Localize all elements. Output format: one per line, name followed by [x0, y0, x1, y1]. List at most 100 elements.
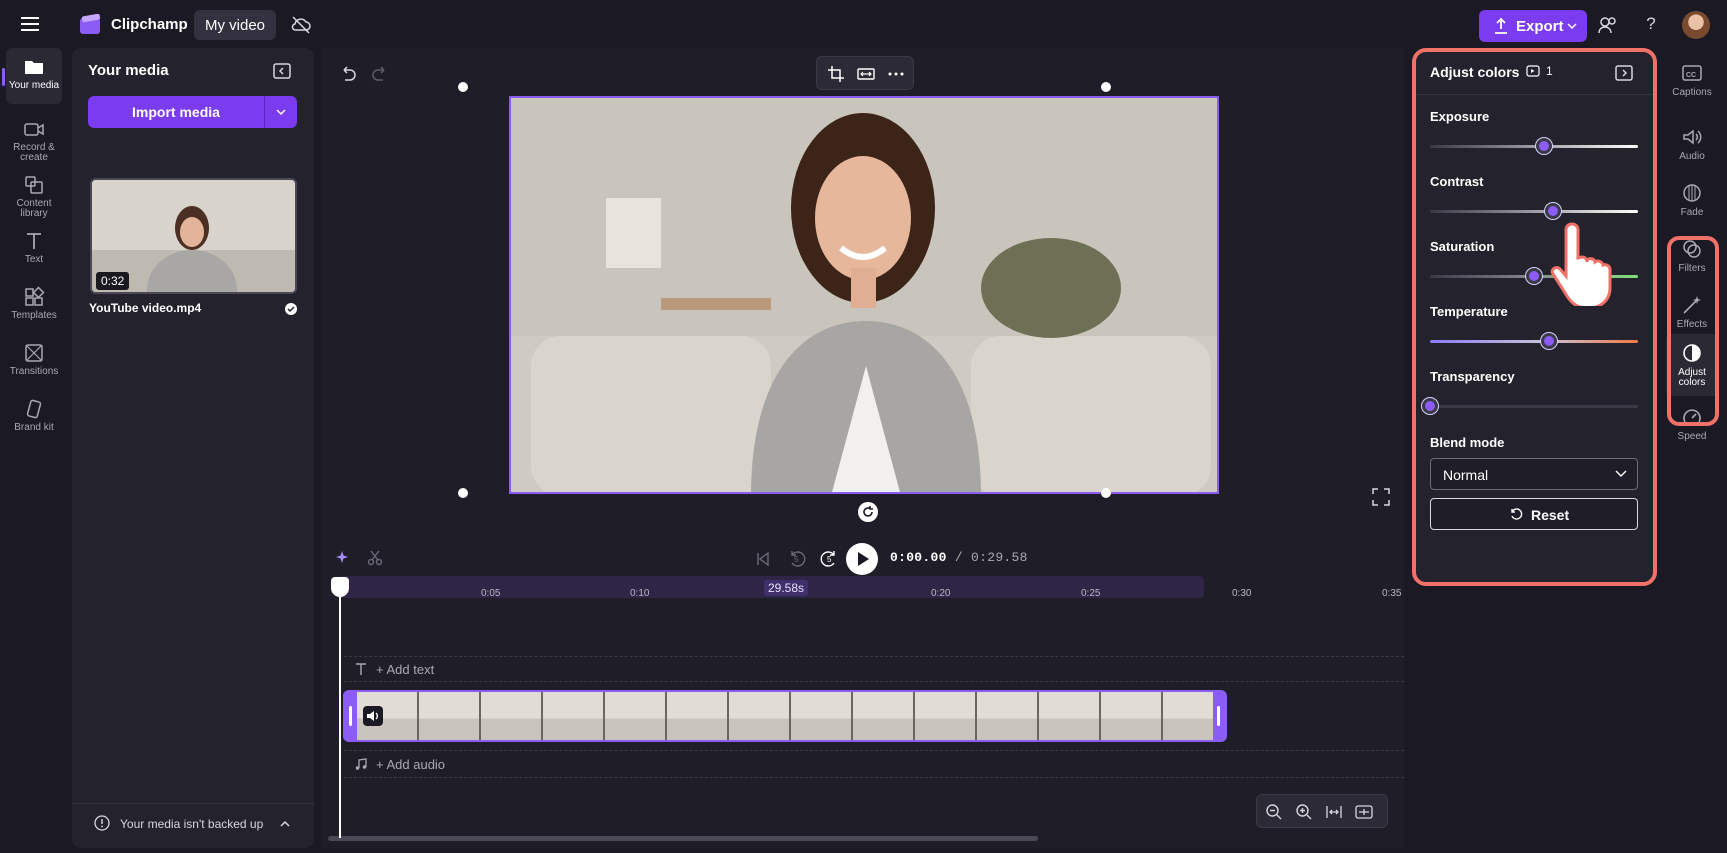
rail-item-text[interactable]: Text — [6, 222, 62, 278]
rail-item-content-library[interactable]: Content library — [6, 166, 62, 222]
upload-icon — [1495, 17, 1507, 34]
temperature-slider-thumb[interactable] — [1540, 333, 1557, 349]
rewind-5-button[interactable]: 5 — [786, 547, 808, 571]
media-panel: Your media Import media 0:32 YouTube vid… — [72, 48, 314, 848]
rail-item-label: Transitions — [9, 366, 59, 377]
chevron-down-icon[interactable] — [276, 108, 286, 116]
zoom-in-icon[interactable] — [1295, 803, 1313, 821]
fit-timeline-icon[interactable] — [1325, 803, 1343, 821]
cloud-off-icon[interactable] — [290, 15, 312, 35]
clip-frame — [853, 692, 915, 740]
media-duration-badge: 0:32 — [96, 272, 130, 290]
rail-item-transitions[interactable]: Transitions — [6, 334, 62, 390]
video-clip[interactable] — [343, 690, 1227, 742]
zoom-controls — [1256, 794, 1388, 828]
forward-5-button[interactable]: 5 — [818, 547, 840, 571]
media-file-name: YouTube video.mp4 — [89, 301, 202, 315]
temperature-label: Temperature — [1430, 304, 1508, 319]
transparency-slider[interactable] — [1430, 405, 1638, 408]
split-scissors-icon[interactable] — [366, 549, 384, 567]
add-text-button[interactable]: + Add text — [376, 662, 434, 677]
chevron-down-icon — [1615, 470, 1627, 477]
import-media-button[interactable]: Import media — [88, 96, 297, 128]
temperature-slider[interactable] — [1430, 340, 1638, 343]
rail-item-label: Content library — [16, 198, 52, 219]
saturation-slider-thumb[interactable] — [1526, 268, 1542, 284]
exposure-slider[interactable] — [1430, 145, 1638, 148]
resize-handle[interactable] — [458, 488, 468, 498]
undo-icon[interactable] — [338, 64, 358, 84]
rail-item-label: Captions — [1672, 87, 1712, 98]
clip-frame — [977, 692, 1039, 740]
reset-button[interactable]: Reset — [1430, 498, 1638, 530]
clip-frame — [605, 692, 667, 740]
rail-item-audio[interactable]: Audio — [1666, 118, 1718, 174]
video-canvas[interactable] — [509, 96, 1219, 494]
rail-item-templates[interactable]: Templates — [6, 278, 62, 334]
skip-to-start-icon[interactable] — [754, 550, 772, 568]
magic-sparkle-icon[interactable] — [334, 549, 352, 567]
project-title-tab[interactable]: My video — [194, 10, 276, 40]
zoom-out-icon[interactable] — [1265, 803, 1283, 821]
menu-icon[interactable] — [18, 14, 44, 34]
ruler-tick: 0:30 — [1232, 588, 1252, 599]
rotate-icon[interactable] — [858, 502, 878, 522]
playhead-handle[interactable] — [331, 577, 349, 597]
exposure-slider-thumb[interactable] — [1536, 138, 1553, 154]
rail-highlight-box — [1667, 236, 1719, 426]
collapse-panel-icon[interactable] — [272, 62, 292, 80]
add-audio-button[interactable]: + Add audio — [376, 757, 445, 772]
volume-icon[interactable] — [363, 706, 383, 726]
crop-icon[interactable] — [827, 65, 845, 83]
hand-pointer-icon — [1550, 222, 1612, 306]
ruler-tick: 0:10 — [630, 588, 650, 599]
resize-handle[interactable] — [458, 82, 468, 92]
exposure-label: Exposure — [1430, 109, 1490, 124]
contrast-slider[interactable] — [1430, 210, 1638, 213]
chevron-up-icon — [280, 820, 290, 827]
rail-item-your-media[interactable]: Your media — [6, 48, 62, 104]
rail-item-label: Speed — [1677, 431, 1707, 442]
divider — [1416, 94, 1653, 95]
fullscreen-icon[interactable] — [1372, 488, 1390, 506]
fit-icon[interactable] — [857, 65, 875, 83]
ruler-tick: 0:20 — [931, 588, 951, 599]
clip-frame — [419, 692, 481, 740]
brand-kit-icon — [26, 399, 42, 419]
clip-trim-handle-left[interactable] — [345, 692, 357, 740]
clip-trim-handle-right[interactable] — [1213, 692, 1225, 740]
clip-frame — [1163, 692, 1215, 740]
blend-mode-value: Normal — [1443, 467, 1489, 483]
avatar[interactable] — [1682, 11, 1710, 39]
rail-item-fade[interactable]: Fade — [1666, 174, 1718, 230]
share-people-icon[interactable] — [1597, 14, 1619, 36]
backup-text: Your media isn't backed up — [120, 817, 264, 831]
grip — [1217, 706, 1220, 726]
rail-item-captions[interactable]: CC Captions — [1666, 54, 1718, 110]
close-panel-icon[interactable] — [1614, 64, 1634, 82]
rail-item-brand-kit[interactable]: Brand kit — [6, 390, 62, 446]
rail-item-label: Audio — [1679, 151, 1705, 162]
help-icon[interactable]: ? — [1640, 14, 1662, 36]
transparency-slider-thumb[interactable] — [1422, 398, 1438, 414]
clip-frame — [543, 692, 605, 740]
rail-item-record-create[interactable]: Record & create — [6, 110, 62, 166]
resize-handle[interactable] — [1101, 82, 1111, 92]
play-button[interactable] — [846, 543, 878, 575]
fade-icon — [1683, 184, 1701, 202]
blend-mode-select[interactable]: Normal — [1430, 458, 1638, 490]
audio-track[interactable] — [344, 750, 1404, 778]
export-button[interactable]: Export — [1479, 10, 1587, 42]
contrast-slider-thumb[interactable] — [1544, 203, 1561, 219]
music-note-icon — [355, 758, 367, 770]
more-options-icon[interactable] — [887, 65, 905, 83]
resize-handle[interactable] — [1101, 488, 1111, 498]
backup-notice[interactable]: Your media isn't backed up — [72, 803, 314, 843]
selected-count-value: 1 — [1546, 64, 1553, 78]
rail-item-label: Templates — [11, 310, 57, 321]
text-track[interactable] — [344, 656, 1404, 682]
redo-icon[interactable] — [370, 64, 390, 84]
clip-frame — [481, 692, 543, 740]
timeline-settings-icon[interactable] — [1355, 803, 1373, 821]
timeline-scrollbar[interactable] — [328, 836, 1038, 841]
